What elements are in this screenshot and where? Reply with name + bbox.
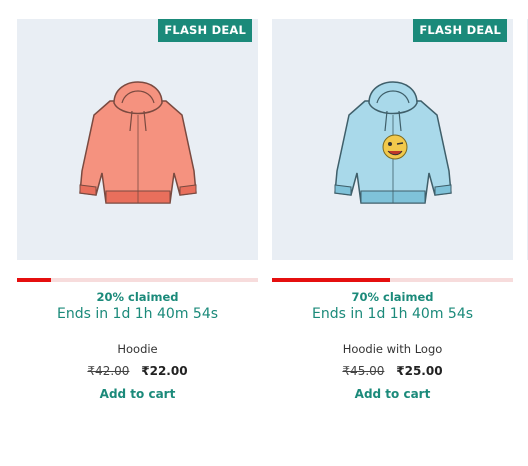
deal-timer: Ends in 1d 1h 40m 54s: [56, 306, 219, 322]
sale-price: ₹25.00: [396, 364, 443, 378]
price-row: ₹42.00 ₹22.00: [17, 364, 258, 378]
hoodie-image: [79, 81, 197, 204]
price-row: ₹45.00 ₹25.00: [272, 364, 513, 378]
old-price: ₹42.00: [87, 364, 130, 378]
product-image[interactable]: FLASH DEAL: [17, 19, 258, 260]
claimed-progress-fill: [272, 278, 391, 282]
old-price: ₹45.00: [342, 364, 385, 378]
product-image[interactable]: FLASH DEAL: [272, 19, 513, 260]
flash-deal-badge: FLASH DEAL: [158, 19, 252, 42]
add-to-cart-button[interactable]: Add to cart: [17, 387, 258, 401]
product-card: FLASH DEAL 70% claimed Ends in 1d 1h 40m: [272, 19, 513, 401]
claimed-progress-fill: [17, 278, 51, 282]
add-to-cart-button[interactable]: Add to cart: [272, 387, 513, 401]
product-card: FLASH DEAL 20% claimed Ends in 1d 1h 40m…: [17, 19, 258, 401]
claimed-progress-bar: [272, 278, 513, 282]
hoodie-image: [334, 81, 452, 204]
product-name[interactable]: Hoodie: [17, 342, 258, 356]
claimed-text: 70% claimed: [351, 290, 434, 304]
sale-price: ₹22.00: [141, 364, 188, 378]
deal-timer: Ends in 1d 1h 40m 54s: [311, 306, 474, 322]
product-grid: FLASH DEAL 20% claimed Ends in 1d 1h 40m…: [0, 0, 528, 466]
claimed-progress-bar: [17, 278, 258, 282]
flash-deal-badge: FLASH DEAL: [413, 19, 507, 42]
emoji-logo-icon: [382, 134, 408, 160]
product-name[interactable]: Hoodie with Logo: [272, 342, 513, 356]
claimed-text: 20% claimed: [96, 290, 179, 304]
